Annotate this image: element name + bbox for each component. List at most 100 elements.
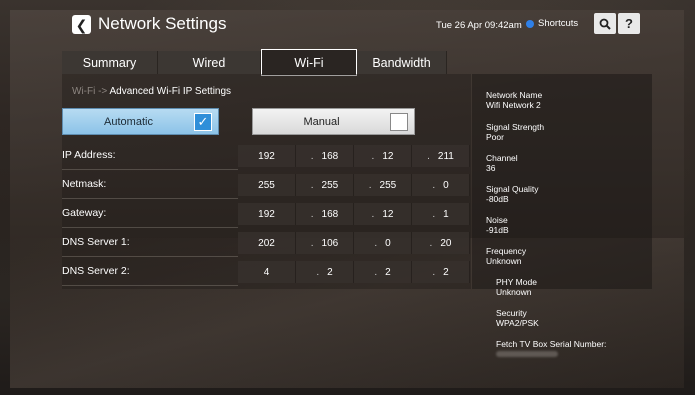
octet-separator: . xyxy=(429,237,433,249)
octet-value: 192 xyxy=(258,150,275,162)
octet-value: 2 xyxy=(385,266,391,278)
octet-separator: . xyxy=(432,208,436,220)
octet-value: 192 xyxy=(258,208,275,220)
octet-field[interactable]: .2 xyxy=(412,261,470,283)
info-value: Unknown xyxy=(496,286,532,297)
octet-field[interactable]: .1 xyxy=(412,203,470,225)
ip-octet-group: 192 . 168 . 12 .1 xyxy=(238,203,470,225)
octet-value: 255 xyxy=(379,179,397,191)
octet-field[interactable]: . 255 xyxy=(354,174,412,196)
octet-separator: . xyxy=(310,208,314,220)
field-row-ip-address: IP Address: 192 . 168 . 12 . 211 xyxy=(62,145,471,170)
info-security: Security WPA2/PSK xyxy=(496,308,539,328)
datetime: Tue 26 Apr 09:42am xyxy=(436,20,522,31)
field-label: Gateway: xyxy=(62,207,107,219)
field-row-dns-server-2: DNS Server 2: 4 .2 .2 .2 xyxy=(62,261,471,286)
help-button[interactable]: ? xyxy=(618,13,640,34)
octet-field[interactable]: .2 xyxy=(296,261,354,283)
octet-value: 0 xyxy=(443,179,449,191)
octet-value: 255 xyxy=(258,179,275,191)
octet-field[interactable]: .2 xyxy=(354,261,412,283)
octet-field[interactable]: 192 xyxy=(238,145,296,167)
ip-settings-panel: Wi-Fi -> Advanced Wi-Fi IP Settings Auto… xyxy=(62,74,471,289)
octet-value: 2 xyxy=(327,266,333,278)
info-noise: Noise -91dB xyxy=(486,215,509,235)
octet-value: 255 xyxy=(321,179,339,191)
octet-field[interactable]: .0 xyxy=(354,232,412,254)
octet-field[interactable]: .0 xyxy=(412,174,470,196)
octet-field[interactable]: . 211 xyxy=(412,145,470,167)
info-frequency: Frequency Unknown xyxy=(486,246,526,266)
info-network-name: Network Name Wifi Network 2 xyxy=(486,90,542,110)
octet-value: 1 xyxy=(443,208,449,220)
info-value: -91dB xyxy=(486,224,509,235)
octet-separator: . xyxy=(368,179,372,191)
tab-bar: Summary Wired Wi-Fi Bandwidth xyxy=(62,49,447,76)
info-value: 36 xyxy=(486,162,496,173)
ip-octet-group: 4 .2 .2 .2 xyxy=(238,261,470,283)
octet-field[interactable]: . 168 xyxy=(296,145,354,167)
divider xyxy=(62,227,238,228)
tab-label: Bandwidth xyxy=(372,55,431,70)
page-title: Network Settings xyxy=(98,14,227,33)
octet-field[interactable]: 4 xyxy=(238,261,296,283)
manual-button[interactable]: Manual xyxy=(252,108,415,135)
octet-field[interactable]: 255 xyxy=(238,174,296,196)
tab-wifi[interactable]: Wi-Fi xyxy=(261,49,357,76)
divider xyxy=(62,285,238,286)
tab-label: Summary xyxy=(82,55,137,70)
octet-field[interactable]: 192 xyxy=(238,203,296,225)
octet-separator: . xyxy=(374,237,378,249)
field-row-netmask: Netmask: 255 . 255 . 255 .0 xyxy=(62,174,471,199)
octet-field[interactable]: . 255 xyxy=(296,174,354,196)
octet-separator: . xyxy=(432,266,436,278)
tab-label: Wired xyxy=(192,55,226,70)
blue-dot-icon xyxy=(526,19,534,28)
octet-separator: . xyxy=(310,237,314,249)
field-row-dns-server-1: DNS Server 1: 202 . 106 .0 . 20 xyxy=(62,232,471,257)
header-bar: ❮ Network Settings Tue 26 Apr 09:42am Sh… xyxy=(62,11,652,41)
ip-octet-group: 202 . 106 .0 . 20 xyxy=(238,232,470,254)
tab-label: Wi-Fi xyxy=(294,55,324,70)
field-label: IP Address: xyxy=(62,149,116,161)
search-button[interactable] xyxy=(594,13,616,34)
octet-separator: . xyxy=(432,179,436,191)
field-label: DNS Server 1: xyxy=(62,236,130,248)
octet-separator: . xyxy=(374,266,378,278)
octet-value: 12 xyxy=(382,208,394,220)
network-info-panel: Network Name Wifi Network 2 Signal Stren… xyxy=(472,74,652,289)
divider xyxy=(62,169,238,170)
info-value: Poor xyxy=(486,131,504,142)
info-phy-mode: PHY Mode Unknown xyxy=(496,277,537,297)
octet-value: 211 xyxy=(437,150,454,162)
breadcrumb-current: Advanced Wi-Fi IP Settings xyxy=(109,86,232,97)
octet-field[interactable]: . 12 xyxy=(354,145,412,167)
field-label: Netmask: xyxy=(62,178,107,190)
octet-separator: . xyxy=(310,150,314,162)
ip-octet-group: 192 . 168 . 12 . 211 xyxy=(238,145,470,167)
info-value: WPA2/PSK xyxy=(496,317,539,328)
octet-value: 106 xyxy=(321,237,339,249)
checkbox-unchecked-icon[interactable] xyxy=(390,112,408,131)
octet-separator: . xyxy=(371,208,375,220)
octet-field[interactable]: . 12 xyxy=(354,203,412,225)
octet-value: 4 xyxy=(263,266,270,278)
shortcuts-label: Shortcuts xyxy=(538,18,579,29)
octet-separator: . xyxy=(371,150,375,162)
shortcuts-button[interactable]: Shortcuts xyxy=(526,18,578,29)
automatic-button[interactable]: Automatic ✓ xyxy=(62,108,219,135)
octet-field[interactable]: . 20 xyxy=(412,232,470,254)
screen-frame: ❮ Network Settings Tue 26 Apr 09:42am Sh… xyxy=(0,0,695,395)
breadcrumb-parent[interactable]: Wi-Fi -> xyxy=(72,86,107,97)
octet-field[interactable]: . 168 xyxy=(296,203,354,225)
octet-field[interactable]: 202 xyxy=(238,232,296,254)
octet-field[interactable]: . 106 xyxy=(296,232,354,254)
back-button[interactable]: ❮ xyxy=(72,15,91,34)
info-signal-strength: Signal Strength Poor xyxy=(486,122,544,142)
tab-summary[interactable]: Summary xyxy=(62,51,158,74)
tab-bandwidth[interactable]: Bandwidth xyxy=(357,51,447,74)
field-row-gateway: Gateway: 192 . 168 . 12 .1 xyxy=(62,203,471,228)
octet-value: 2 xyxy=(443,266,449,278)
checkbox-checked-icon[interactable]: ✓ xyxy=(194,112,212,131)
tab-wired[interactable]: Wired xyxy=(158,51,261,74)
